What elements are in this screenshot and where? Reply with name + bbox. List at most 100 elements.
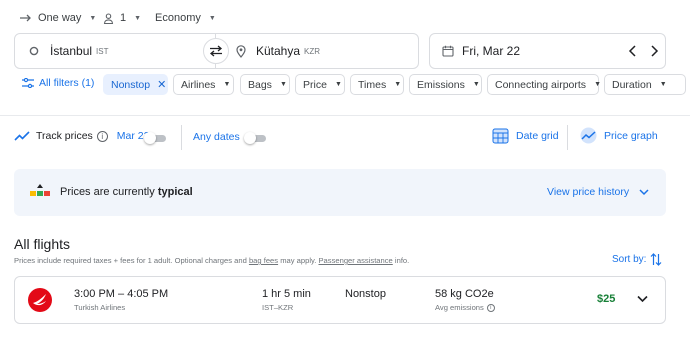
- destination-field[interactable]: Kütahya KZR: [215, 33, 419, 69]
- results-disclaimer: Prices include required taxes + fees for…: [14, 256, 409, 265]
- divider: [0, 115, 690, 116]
- track-prices: Track prices i Mar 22: [14, 130, 149, 142]
- date-field[interactable]: Fri, Mar 22: [429, 33, 666, 69]
- trip-type-label: One way: [38, 12, 82, 24]
- disclaimer-text: Prices include required taxes + fees for…: [14, 256, 247, 265]
- passenger-assistance-link[interactable]: Passenger assistance: [318, 256, 392, 265]
- divider: [181, 125, 182, 150]
- chevron-down-icon: ▼: [134, 14, 142, 22]
- flight-route: IST–KZR: [262, 303, 294, 312]
- swap-icon: [209, 45, 223, 57]
- chevron-right-icon: [651, 45, 659, 57]
- chip-label: Price: [303, 78, 327, 91]
- cabin-class-label: Economy: [155, 12, 201, 24]
- price-graph-button[interactable]: Price graph: [579, 127, 658, 144]
- chip-label: Emissions: [417, 78, 465, 91]
- bag-fees-link[interactable]: bag fees: [249, 256, 278, 265]
- chip-stops[interactable]: Nonstop ✕: [103, 74, 168, 95]
- swap-button[interactable]: [203, 38, 229, 64]
- chevron-down-icon: ▼: [659, 81, 667, 88]
- all-filters-button[interactable]: All filters (1): [22, 77, 94, 89]
- destination-city: Kütahya: [256, 44, 301, 58]
- sort-icon: [651, 253, 662, 266]
- chevron-down-icon: ▼: [89, 14, 97, 22]
- filter-sliders-icon: [22, 78, 34, 88]
- price-insight-text: Prices are currently typical: [60, 186, 193, 198]
- sort-label: Sort by:: [612, 254, 647, 265]
- disclaimer-text: may apply.: [280, 256, 317, 265]
- chevron-left-icon: [628, 45, 636, 57]
- chevron-down-icon: ▼: [472, 81, 480, 88]
- emissions-label: Avg emissions: [435, 303, 484, 312]
- passengers-select[interactable]: 1 ▼: [103, 9, 141, 27]
- price-level-icon: [30, 184, 50, 196]
- expand-flight-button[interactable]: [637, 295, 648, 303]
- chip-label: Airlines: [181, 78, 216, 91]
- date-grid-icon: [492, 128, 509, 144]
- flight-emissions: 58 kg CO2e: [435, 288, 494, 300]
- chevron-down-icon: ▼: [594, 81, 601, 88]
- disclaimer-text: info.: [394, 256, 410, 265]
- chip-label: Connecting airports: [495, 78, 587, 91]
- sort-button[interactable]: Sort by:: [612, 253, 662, 266]
- price-level: typical: [157, 186, 193, 198]
- chip-label: Bags: [248, 78, 272, 91]
- chip-connecting-airports[interactable]: Connecting airports ▼: [487, 74, 601, 95]
- chevron-down-icon: [637, 295, 648, 303]
- cabin-class-select[interactable]: Economy ▼: [155, 9, 216, 27]
- divider: [567, 125, 568, 150]
- flight-price: $25: [597, 293, 616, 305]
- trip-type-select[interactable]: One way ▼: [20, 9, 96, 27]
- flight-duration: 1 hr 5 min: [262, 288, 311, 300]
- any-dates-toggle[interactable]: [244, 132, 266, 144]
- any-dates-label: Any dates: [193, 131, 240, 143]
- results-heading: All flights: [14, 236, 71, 252]
- next-date-button[interactable]: [649, 44, 659, 58]
- person-icon: [103, 12, 114, 24]
- chip-label: Times: [358, 78, 387, 91]
- chip-label: Nonstop: [111, 78, 151, 91]
- chevron-down-icon: ▼: [394, 81, 402, 88]
- flight-result-row[interactable]: 3:00 PM – 4:05 PM Turkish Airlines 1 hr …: [14, 276, 666, 324]
- passengers-count: 1: [120, 12, 127, 24]
- close-icon[interactable]: ✕: [157, 78, 166, 91]
- calendar-icon: [442, 45, 454, 57]
- info-icon[interactable]: i: [96, 130, 108, 142]
- track-prices-label: Track prices: [36, 130, 93, 142]
- date-grid-button[interactable]: Date grid: [492, 127, 559, 144]
- chip-emissions[interactable]: Emissions ▼: [409, 74, 482, 95]
- origin-code: IST: [96, 46, 109, 56]
- previous-date-button[interactable]: [628, 44, 638, 58]
- price-insight-banner: Prices are currently typical View price …: [14, 169, 666, 216]
- emissions-info: Avg emissions i: [435, 303, 495, 312]
- location-pin-icon: [236, 44, 246, 58]
- airline-name: Turkish Airlines: [74, 303, 126, 312]
- chip-duration[interactable]: Duration ▼: [604, 74, 686, 95]
- destination-code: KZR: [304, 46, 321, 56]
- origin-field[interactable]: İstanbul IST: [14, 33, 216, 69]
- flight-times: 3:00 PM – 4:05 PM: [74, 288, 169, 300]
- chevron-down-icon: ▼: [334, 81, 342, 88]
- view-price-history-button[interactable]: View price history: [547, 186, 649, 198]
- origin-circle-icon: [29, 46, 39, 56]
- view-price-history-label: View price history: [547, 186, 630, 198]
- chip-times[interactable]: Times ▼: [350, 74, 404, 95]
- price-insight-prefix: Prices are currently: [60, 186, 155, 198]
- chevron-down-icon: ▼: [279, 81, 287, 88]
- price-graph-icon: [580, 127, 597, 144]
- chevron-down-icon: [639, 188, 649, 195]
- departure-date: Fri, Mar 22: [462, 44, 521, 58]
- chip-label: Duration: [612, 78, 652, 91]
- chevron-down-icon: ▼: [223, 81, 231, 88]
- chevron-down-icon: ▼: [208, 14, 216, 22]
- chip-bags[interactable]: Bags ▼: [240, 74, 290, 95]
- chip-airlines[interactable]: Airlines ▼: [173, 74, 234, 95]
- all-filters-label: All filters (1): [39, 77, 95, 89]
- origin-city: İstanbul: [50, 44, 93, 58]
- turkish-airlines-logo-icon: [28, 288, 52, 312]
- track-prices-toggle[interactable]: [144, 132, 166, 144]
- date-grid-label: Date grid: [516, 129, 559, 142]
- chip-price[interactable]: Price ▼: [295, 74, 345, 95]
- info-icon[interactable]: i: [486, 303, 495, 312]
- trend-line-icon: [14, 131, 30, 141]
